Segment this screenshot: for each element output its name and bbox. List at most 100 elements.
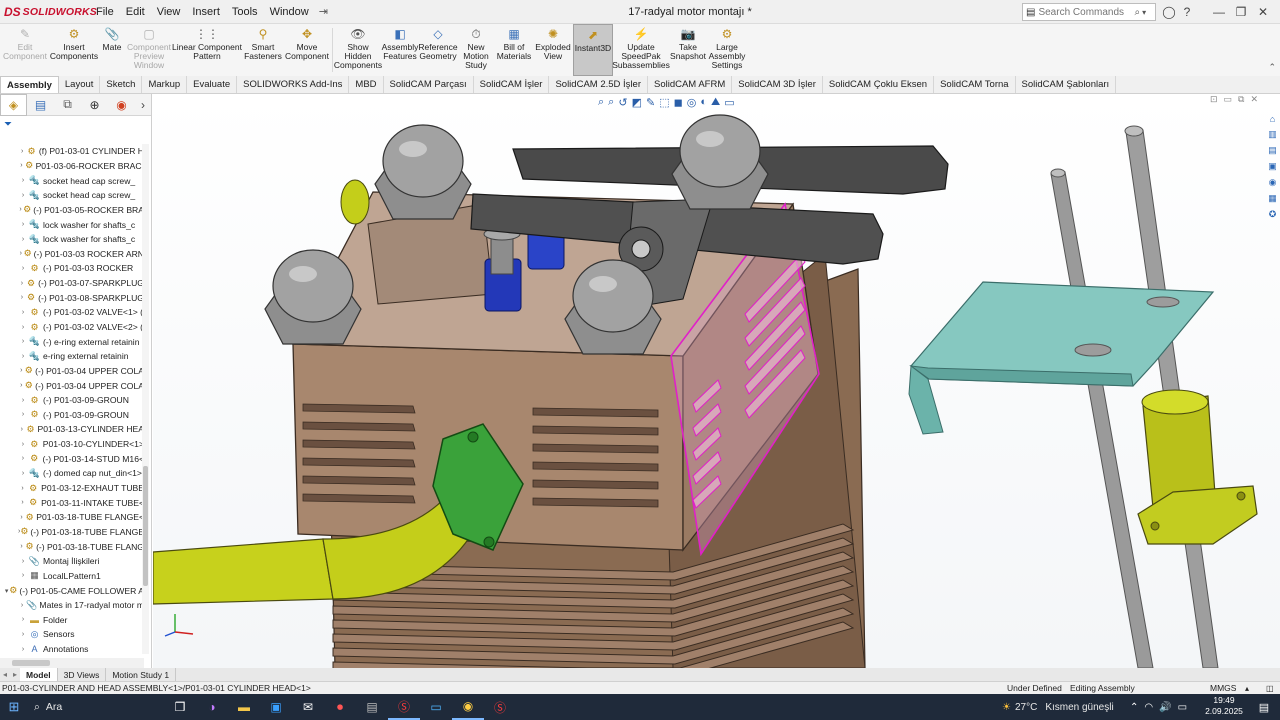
tree-node[interactable]: › ⚙ P01-03-10-CYLINDER<1> (0, 437, 144, 452)
tree-node[interactable]: › 🔩 lock washer for shafts_c (0, 217, 144, 232)
search-dropdown-icon[interactable]: ▾ (1142, 8, 1146, 17)
expand-arrow-icon[interactable]: › (18, 470, 28, 477)
minimize-icon[interactable]: — (1210, 3, 1228, 21)
restore-icon[interactable]: ❐ (1232, 3, 1250, 21)
tab-solidcam-sablonlari[interactable]: SolidCAM Şablonları (1016, 76, 1117, 93)
pin-menu-icon[interactable]: ⇥ (319, 5, 328, 18)
tab-scroll-left-icon[interactable]: ◂ (0, 670, 10, 679)
tree-node[interactable]: › ⚙ (-) P01-03-02 VALVE<1> ( (0, 305, 144, 320)
tab-solidcam-isler[interactable]: SolidCAM İşler (474, 76, 550, 93)
expand-arrow-icon[interactable]: › (18, 499, 27, 506)
tab-assembly[interactable]: Assembly (0, 76, 59, 93)
tree-node[interactable]: › 📎 Mates in 17-radyal motor m (0, 598, 144, 613)
store-app-icon[interactable]: ▣ (260, 694, 292, 720)
menu-file[interactable]: File (90, 6, 120, 18)
tree-node[interactable]: › 🔩 (-) domed cap nut_din<1> (0, 466, 144, 481)
taskbar-clock[interactable]: 19:49 2.09.2025 (1200, 695, 1248, 717)
tree-node[interactable]: › ⚙ (-) P01-03-18-TUBE FLANG (0, 539, 144, 554)
tab-layout[interactable]: Layout (59, 76, 101, 93)
recorder-app-icon[interactable]: ⏺ (324, 694, 356, 720)
expand-arrow-icon[interactable]: › (18, 265, 28, 272)
expand-arrow-icon[interactable]: › (18, 426, 26, 433)
tree-node[interactable]: › ⚙ P01-03-06-ROCKER BRACI (0, 159, 144, 174)
tab-markup[interactable]: Markup (142, 76, 188, 93)
taskbar-search[interactable]: ⌕ Ara (28, 694, 168, 720)
tree-node[interactable]: › ⚙ (-) P01-03-04 UPPER COLA (0, 364, 144, 379)
bill-of-materials-button[interactable]: ▦ Bill of Materials (495, 24, 533, 76)
tree-node[interactable]: › ⚙ (-) P01-03-05-ROCKER BRA (0, 203, 144, 218)
tab-mbd[interactable]: MBD (349, 76, 384, 93)
tree-node[interactable]: ▾ ⚙ (-) P01-05-CAME FOLLOWER A (0, 583, 144, 598)
tab-solidcam-afrm[interactable]: SolidCAM AFRM (648, 76, 733, 93)
mail-app-icon[interactable]: ✉ (292, 694, 324, 720)
tree-node[interactable]: › 📎 Montaj İlişkileri (0, 554, 144, 569)
expand-arrow-icon[interactable]: › (18, 455, 28, 462)
menu-window[interactable]: Window (264, 6, 315, 18)
tree-node[interactable]: › ⚙ P01-03-13-CYLINDER HEA (0, 422, 144, 437)
archive-app-icon[interactable]: ▤ (356, 694, 388, 720)
user-account-icon[interactable]: ◯ (1160, 3, 1178, 21)
assembly-features-button[interactable]: ◧ Assembly Features (381, 24, 419, 76)
expand-arrow-icon[interactable]: › (18, 631, 28, 638)
help-icon[interactable]: ? (1178, 3, 1196, 21)
tab-solidcam-3d-isler[interactable]: SolidCAM 3D İşler (732, 76, 823, 93)
volume-icon[interactable]: 🔊 (1159, 702, 1171, 713)
expand-arrow-icon[interactable]: › (18, 616, 28, 623)
exploded-view-button[interactable]: ✺ Exploded View (533, 24, 573, 76)
instant3d-button[interactable]: ⬈ Instant3D (573, 24, 613, 76)
tab-motion-study-1[interactable]: Motion Study 1 (106, 668, 177, 681)
expand-arrow-icon[interactable]: › (18, 602, 26, 609)
tree-node[interactable]: › ⚙ (-) P01-03-02 VALVE<2> ( (0, 320, 144, 335)
expand-arrow-icon[interactable]: › (18, 324, 28, 331)
configuration-manager-tab-icon[interactable]: ⧉ (54, 94, 81, 116)
tree-node[interactable]: › 🔩 socket head cap screw_ (0, 188, 144, 203)
yellow-linear-bearing[interactable] (1137, 389, 1258, 545)
tree-node[interactable]: › ⚙ (-) P01-03-09-GROUN (0, 408, 144, 423)
display-manager-tab-icon[interactable]: ◉ (108, 94, 135, 116)
guide-rod-left[interactable] (1050, 171, 1154, 668)
search-commands-box[interactable]: ▤ ⌕ ▾ (1022, 3, 1156, 21)
edit-component-button[interactable]: ✎ Edit Component (0, 24, 50, 76)
tree-node[interactable]: › ⚙ (-) P01-03-03 ROCKER ARN (0, 246, 144, 261)
tree-node[interactable]: › ⚙ (-) P01-03-04 UPPER COLA (0, 378, 144, 393)
tree-node[interactable]: › ▬ Folder (0, 613, 144, 628)
chrome-app-icon[interactable]: ◉ (452, 694, 484, 720)
tree-node[interactable]: › ⚙ P01-03-11-INTAKE TUBE< (0, 495, 144, 510)
tab-solidcam-25d-isler[interactable]: SolidCAM 2.5D İşler (549, 76, 648, 93)
new-motion-study-button[interactable]: ⏱ New Motion Study (457, 24, 495, 76)
tab-solidcam-torna[interactable]: SolidCAM Torna (934, 76, 1016, 93)
file-explorer-app-icon[interactable]: ▬ (228, 694, 260, 720)
custom-properties-icon[interactable]: ▦ (1266, 192, 1279, 205)
feature-tree-tab-icon[interactable]: ◈ (0, 93, 27, 116)
property-manager-tab-icon[interactable]: ▤ (27, 94, 54, 116)
expand-arrow-icon[interactable]: › (18, 280, 26, 287)
solidworks-2025-app-icon[interactable]: Ⓢ (484, 694, 516, 720)
show-hidden-components-button[interactable]: 👁 Show Hidden Components (334, 24, 382, 76)
expand-arrow-icon[interactable]: › (18, 411, 28, 418)
menu-tools[interactable]: Tools (226, 6, 264, 18)
tree-scroll-thumb[interactable] (143, 466, 148, 586)
expand-arrow-icon[interactable]: › (18, 192, 28, 199)
expand-arrow-icon[interactable]: › (18, 338, 28, 345)
large-assembly-settings-button[interactable]: ⚙ Large Assembly Settings (707, 24, 747, 76)
tree-node[interactable]: › 🔩 socket head cap screw_ (0, 173, 144, 188)
status-help-icon[interactable]: ◫ (1266, 684, 1274, 693)
tree-node[interactable]: › ⚙ (-) P01-03-14-STUD M16< (0, 451, 144, 466)
graphics-viewport[interactable]: ⌕ ⌕ ↺ ◩ ✎ ⬚ ◼ ◎ ◐ ⛰ ▭ ⊡ ▭ ⧉ ✕ ⌂ ▥ ▤ ▣ ◉ … (153, 94, 1280, 668)
expand-arrow-icon[interactable]: › (18, 485, 27, 492)
solidworks-forum-icon[interactable]: ✪ (1266, 208, 1279, 221)
task-view-icon[interactable]: ❒ (164, 694, 196, 720)
expand-arrow-icon[interactable]: › (18, 236, 28, 243)
close-icon[interactable]: ✕ (1254, 3, 1272, 21)
tab-solidcam-coklu-eksen[interactable]: SolidCAM Çoklu Eksen (823, 76, 935, 93)
tree-node[interactable]: › A Annotations (0, 642, 144, 654)
collapse-toolbar-icon[interactable]: ⌃ (1268, 62, 1276, 73)
tree-node[interactable]: › ⚙ (f) P01-03-01 CYLINDER H (0, 144, 144, 159)
search-commands-input[interactable] (1038, 6, 1135, 18)
linear-pattern-button[interactable]: ⋮⋮ Linear Component Pattern (172, 24, 242, 76)
update-speedpak-button[interactable]: ⚡ Update SpeedPak Subassemblies (612, 24, 670, 76)
tree-horizontal-scrollbar[interactable] (0, 658, 144, 668)
notification-icon[interactable]: ▤ (1252, 694, 1276, 720)
tab-solidcam-parcasi[interactable]: SolidCAM Parçası (384, 76, 474, 93)
tree-node[interactable]: › ⚙ P01-03-18-TUBE FLANGE< (0, 510, 144, 525)
